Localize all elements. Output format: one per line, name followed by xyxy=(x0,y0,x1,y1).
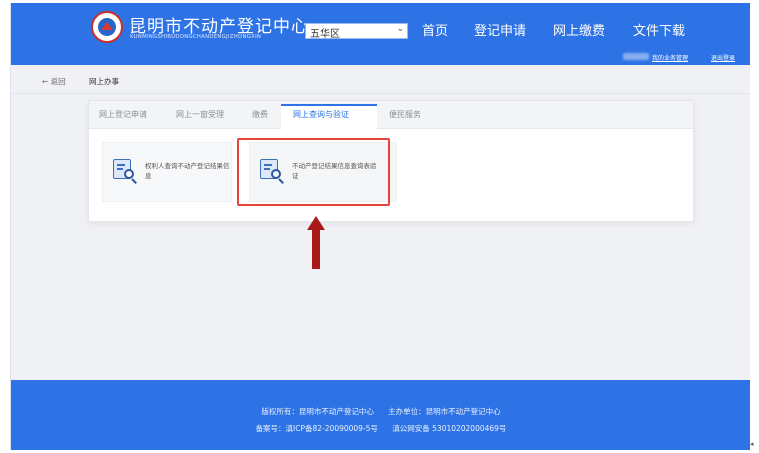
breadcrumb-current: 网上办事 xyxy=(89,77,119,86)
nav-home[interactable]: 首页 xyxy=(422,20,448,39)
tab-online-registration[interactable]: 网上登记申请 xyxy=(99,109,147,120)
tab-convenience[interactable]: 便民服务 xyxy=(389,109,421,120)
option-label: 权利人查询不动产登记结果信息 xyxy=(145,162,230,180)
user-name-blurred xyxy=(623,53,649,60)
chevron-down-icon: ⌄ xyxy=(396,24,404,34)
service-panel: 网上登记申请 网上一窗受理 缴费 网上查询与验证 便民服务 权利人查询不动产登记… xyxy=(88,100,694,222)
document-search-icon xyxy=(113,159,137,184)
nav-file-download[interactable]: 文件下载 xyxy=(633,20,685,39)
site-footer: 版权所有：昆明市不动产登记中心 主办单位：昆明市不动产登记中心 备案号：滇ICP… xyxy=(11,380,750,450)
site-logo-icon[interactable] xyxy=(91,11,123,43)
tab-one-window[interactable]: 网上一窗受理 xyxy=(176,109,224,120)
tab-bar: 网上登记申请 网上一窗受理 缴费 网上查询与验证 便民服务 xyxy=(89,101,693,129)
footer-record: 备案号：滇ICP备82-20090009-5号 滇公网安备 5301020200… xyxy=(255,424,507,433)
site-header: 昆明市不动产登记中心 KUNMINGSHIBUDONGCHANDENGJIZHO… xyxy=(11,3,750,65)
tab-payment[interactable]: 缴费 xyxy=(252,109,268,120)
footer-copyright: 版权所有：昆明市不动产登记中心 主办单位：昆明市不动产登记中心 xyxy=(261,407,501,416)
option-owner-query[interactable]: 权利人查询不动产登记结果信息 xyxy=(102,142,232,202)
logout-link[interactable]: 退出登录 xyxy=(711,53,735,62)
cursor-icon: ◂ xyxy=(750,440,754,448)
nav-online-payment[interactable]: 网上缴费 xyxy=(553,20,605,39)
district-select-value: 五华区 xyxy=(310,29,340,40)
district-select[interactable]: 五华区 ⌄ xyxy=(305,23,408,40)
breadcrumb-divider xyxy=(11,93,750,94)
tab-query-verify[interactable]: 网上查询与验证 xyxy=(293,109,349,120)
up-arrow-annotation xyxy=(307,216,325,271)
my-business-link[interactable]: 我的业务管理 xyxy=(652,53,688,62)
site-subtitle: KUNMINGSHIBUDONGCHANDENGJIZHONGXIN xyxy=(130,34,262,40)
browser-viewport: 昆明市不动产登记中心 KUNMINGSHIBUDONGCHANDENGJIZHO… xyxy=(10,3,750,450)
nav-registration-apply[interactable]: 登记申请 xyxy=(474,20,526,39)
back-link[interactable]: ← 返回 xyxy=(42,76,66,87)
highlight-box xyxy=(237,138,390,206)
